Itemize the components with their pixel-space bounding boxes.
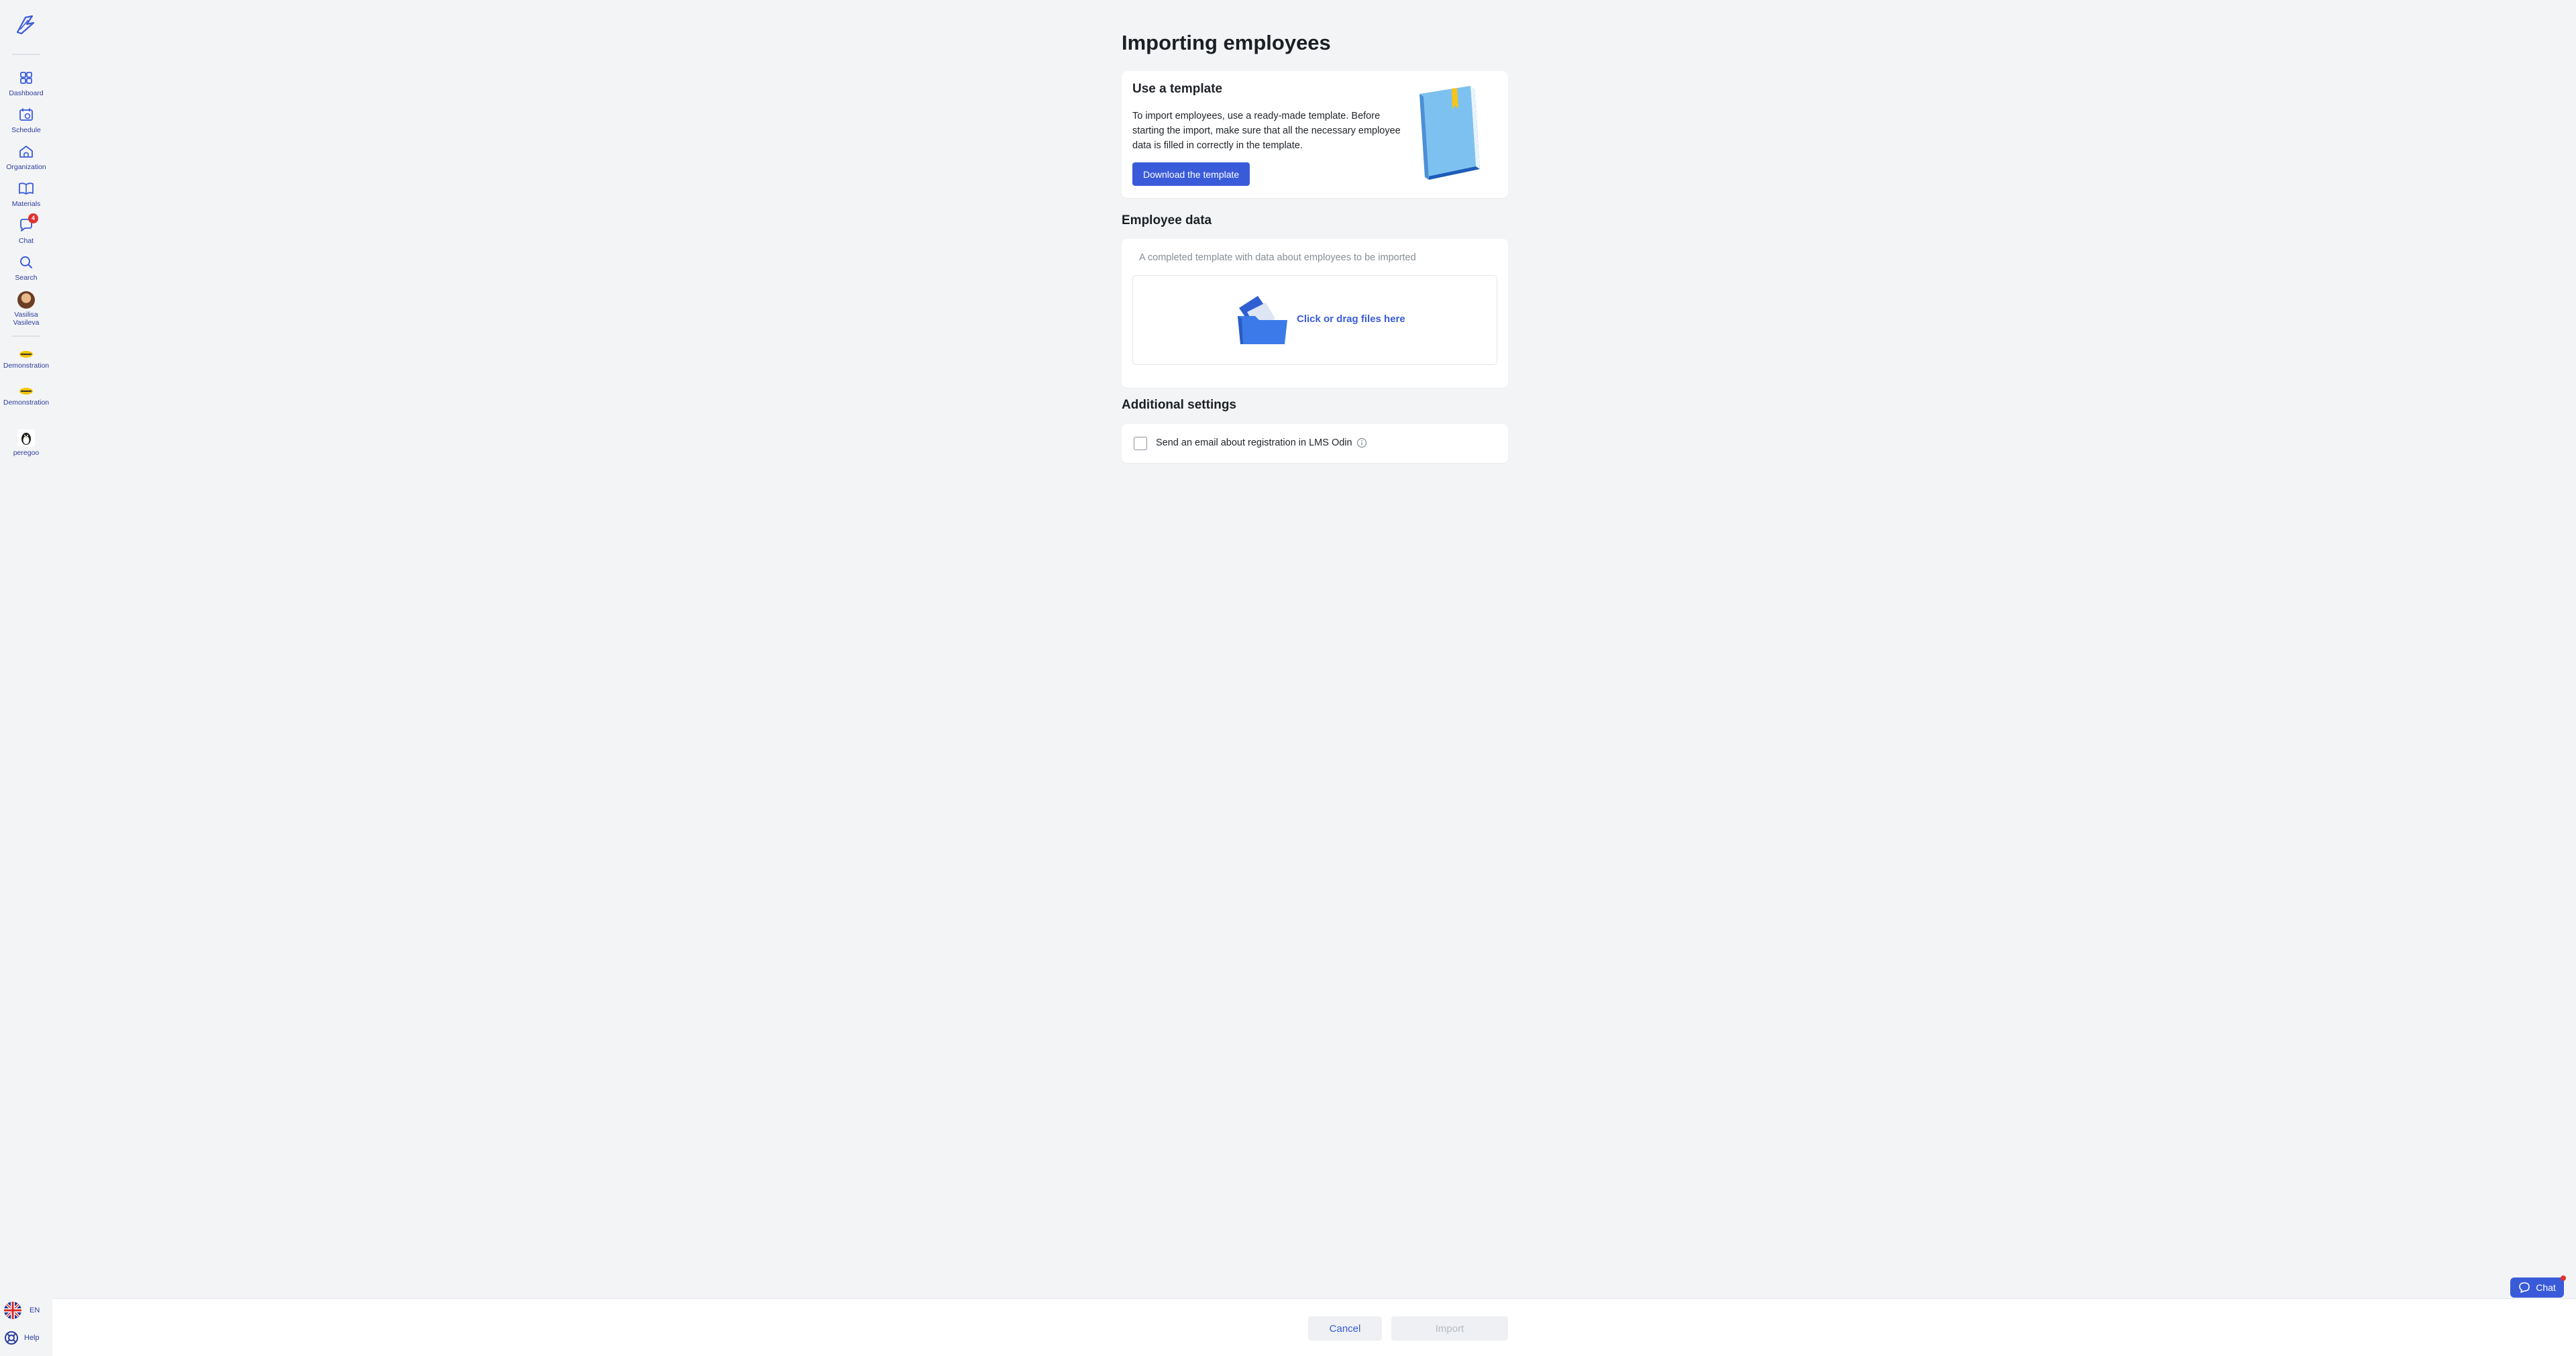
user-name: Vasilisa Vasileva [13,311,40,327]
folder-illustration-icon [1238,296,1287,344]
sidebar-item-label: Organization [6,163,46,171]
organization-label: peregoo [13,449,40,457]
sidebar-divider [12,335,40,337]
sidebar-item-label: Materials [11,200,41,208]
sidebar-item-organization[interactable]: Organization [0,142,52,171]
sidebar-item-label: Search [15,274,38,282]
help-link[interactable]: Help [4,1331,40,1345]
import-button[interactable]: Import [1391,1316,1508,1341]
sidebar-item-label: Chat [18,237,34,245]
app-logo-icon[interactable] [15,13,38,36]
form-footer: Cancel Import [52,1298,2576,1356]
sidebar-item-schedule[interactable]: Schedule [0,105,52,134]
sidebar: Dashboard Schedule Organization Material… [0,0,52,1356]
avatar [17,291,35,309]
home-icon [19,146,33,158]
additional-settings-title: Additional settings [1122,398,1236,412]
search-icon [20,256,32,268]
sidebar-org-demonstration-1[interactable]: Demonstration [0,349,52,370]
sidebar-divider [12,54,40,55]
lifebuoy-icon [5,1331,18,1345]
cancel-button[interactable]: Cancel [1308,1316,1382,1341]
template-card: Use a template To import employees, use … [1122,71,1508,198]
organization-logo-icon [19,351,33,358]
language-label: EN [30,1306,40,1314]
file-dropzone[interactable]: Click or drag files here [1132,275,1497,365]
sidebar-item-materials[interactable]: Materials [0,179,52,208]
page-title: Importing employees [1122,31,1331,54]
info-icon[interactable] [1356,437,1367,448]
employee-data-hint: A completed template with data about emp… [1139,252,1416,263]
help-label: Help [24,1334,40,1342]
calendar-icon [19,108,33,121]
notification-dot [2561,1275,2566,1281]
dropzone-label: Click or drag files here [1297,313,1405,325]
sidebar-org-demonstration-2[interactable]: Demonstration [0,386,52,407]
organization-logo-icon [19,388,33,395]
main-area: Importing employees Use a template To im… [52,0,2576,1298]
chat-widget-label: Chat [2536,1282,2556,1293]
send-email-checkbox[interactable] [1134,437,1147,450]
book-illustration-icon [1419,86,1480,180]
sidebar-item-chat[interactable]: 4 Chat [0,213,52,245]
template-card-title: Use a template [1132,82,1223,96]
organization-label: Demonstration [3,399,50,407]
send-email-label[interactable]: Send an email about registration in LMS … [1156,437,1352,448]
sidebar-item-dashboard[interactable]: Dashboard [0,68,52,97]
employee-data-card: A completed template with data about emp… [1122,239,1508,388]
sidebar-item-label: Dashboard [9,89,44,97]
template-card-description: To import employees, use a ready-made te… [1132,111,1401,151]
chat-bubble-icon [2519,1282,2530,1293]
chat-widget-button[interactable]: Chat [2510,1275,2566,1298]
sidebar-item-profile[interactable]: Vasilisa Vasileva [0,291,52,327]
book-icon [19,182,34,195]
organization-label: Demonstration [3,362,50,370]
uk-flag-icon [4,1302,21,1319]
unread-badge: 4 [28,213,38,223]
download-template-button[interactable]: Download the template [1132,162,1250,186]
employee-data-title: Employee data [1122,213,1212,227]
penguin-logo-icon [17,429,35,447]
grid-icon [20,72,32,84]
sidebar-item-search[interactable]: Search [0,253,52,282]
sidebar-item-label: Schedule [11,126,41,134]
language-switcher[interactable]: EN [4,1302,40,1319]
sidebar-org-peregoo[interactable]: peregoo [0,429,52,457]
additional-settings-card: Send an email about registration in LMS … [1122,424,1508,463]
